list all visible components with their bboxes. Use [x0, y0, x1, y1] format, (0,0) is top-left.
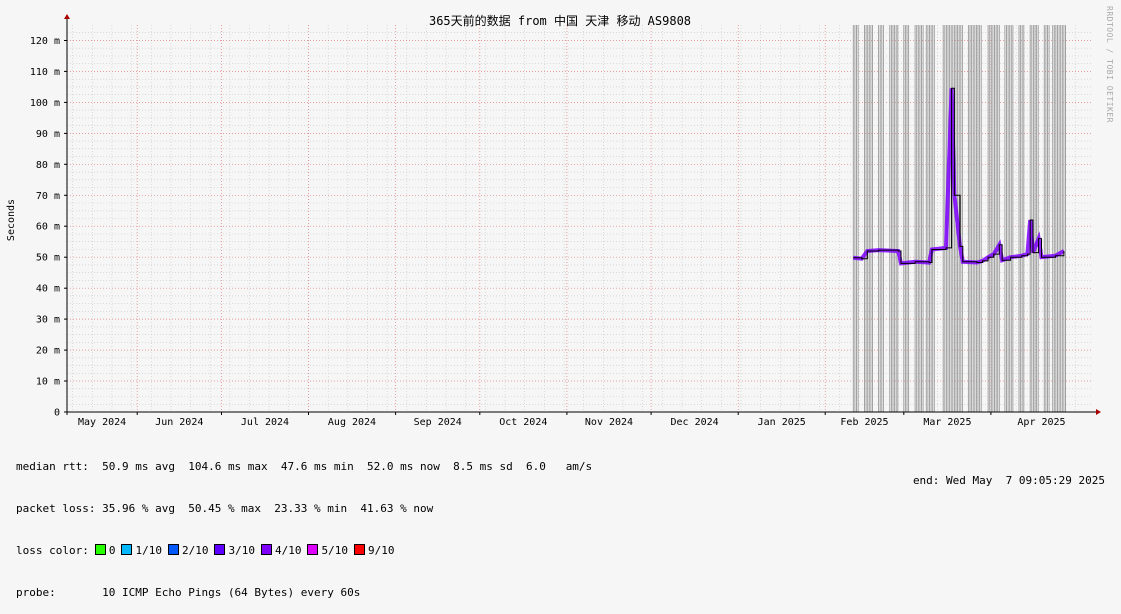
loss-color-label-item: 0: [108, 544, 116, 557]
rtt-row: median rtt: 50.9 ms avg 104.6 ms max 47.…: [16, 460, 592, 474]
y-tick-label: 40 m: [36, 284, 60, 295]
x-tick-label: May 2024: [78, 417, 126, 428]
probe-row: probe: 10 ICMP Echo Pings (64 Bytes) eve…: [16, 586, 592, 600]
probe-label: probe:: [16, 586, 56, 599]
probe-value: 10 ICMP Echo Pings (64 Bytes) every 60s: [102, 586, 361, 599]
loss-label: packet loss:: [16, 502, 96, 515]
x-tick-label: Jul 2024: [241, 417, 289, 428]
y-tick-label: 30 m: [36, 315, 60, 326]
loss-color-label: loss color:: [16, 544, 89, 557]
x-tick-label: Jun 2024: [155, 417, 203, 428]
y-tick-label: 50 m: [36, 253, 60, 264]
y-axis-arrow: [64, 14, 70, 19]
loss-color-label-item: 3/10: [228, 544, 255, 557]
rtt-series: [853, 87, 1065, 266]
loss-color-swatch: [260, 544, 272, 555]
x-tick-label: Oct 2024: [499, 417, 547, 428]
y-tick-label: 0: [54, 408, 60, 419]
x-tick-label: Sep 2024: [414, 417, 462, 428]
x-tick-label: Feb 2025: [840, 417, 888, 428]
x-tick-label: Jan 2025: [758, 417, 806, 428]
y-tick-label: 100 m: [30, 98, 60, 109]
loss-color-label-item: 9/10: [367, 544, 395, 557]
y-tick-label: 90 m: [36, 129, 60, 140]
y-tick-label: 70 m: [36, 191, 60, 202]
loss-row: packet loss: 35.96 % avg 50.45 % max 23.…: [16, 502, 592, 516]
y-tick-label: 120 m: [30, 36, 60, 47]
y-tick-label: 80 m: [36, 160, 60, 171]
y-tick-label: 110 m: [30, 67, 60, 78]
y-tick-label: 20 m: [36, 346, 60, 357]
y-axis-label: Seconds: [6, 199, 17, 241]
loss-band: [853, 88, 1065, 266]
loss-color-row: loss color: 0 1/10 2/10 3/10 4/10 5/10 9/10: [16, 544, 592, 558]
latency-chart: 365天前的数据 from 中国 天津 移动 AS9808 Seconds 0 1…: [6, 13, 1101, 428]
loss-color-swatches: 0 1/10 2/10 3/10 4/10 5/10 9/10: [89, 544, 395, 557]
loss-color-label-item: 4/10: [274, 544, 302, 557]
outage-lines: [852, 25, 1066, 412]
x-tick-label: Apr 2025: [1017, 417, 1065, 428]
y-tick-label: 60 m: [36, 222, 60, 233]
loss-color-label-item: 1/10: [135, 544, 162, 557]
x-tick-label: Dec 2024: [671, 417, 719, 428]
loss-color-swatch: [214, 544, 226, 555]
loss-color-swatch: [167, 544, 179, 555]
rtt-label: median rtt:: [16, 460, 89, 473]
loss-color-swatch: [94, 544, 106, 555]
vendor-credit: RRDTOOL / TOBI OETIKER: [1105, 6, 1114, 123]
end-time: end: Wed May 7 09:05:29 2025: [912, 474, 1105, 487]
rtt-values: 50.9 ms avg 104.6 ms max 47.6 ms min 52.…: [102, 460, 593, 473]
loss-color-swatch: [307, 544, 319, 555]
stats-legend: median rtt: 50.9 ms avg 104.6 ms max 47.…: [16, 432, 592, 614]
x-tick-label: Nov 2024: [585, 417, 633, 428]
y-tick-label: 10 m: [36, 377, 60, 388]
loss-color-label-item: 5/10: [321, 544, 348, 557]
x-tick-label: Mar 2025: [923, 417, 971, 428]
grid: [67, 25, 1092, 412]
loss-color-swatch: [121, 544, 133, 555]
loss-color-swatch: [353, 544, 365, 555]
loss-values: 35.96 % avg 50.45 % max 23.33 % min 41.6…: [102, 502, 434, 515]
x-axis-arrow: [1096, 409, 1101, 415]
x-tick-label: Aug 2024: [328, 417, 376, 428]
chart-title: 365天前的数据 from 中国 天津 移动 AS9808: [429, 13, 691, 28]
loss-color-label-item: 2/10: [181, 544, 209, 557]
